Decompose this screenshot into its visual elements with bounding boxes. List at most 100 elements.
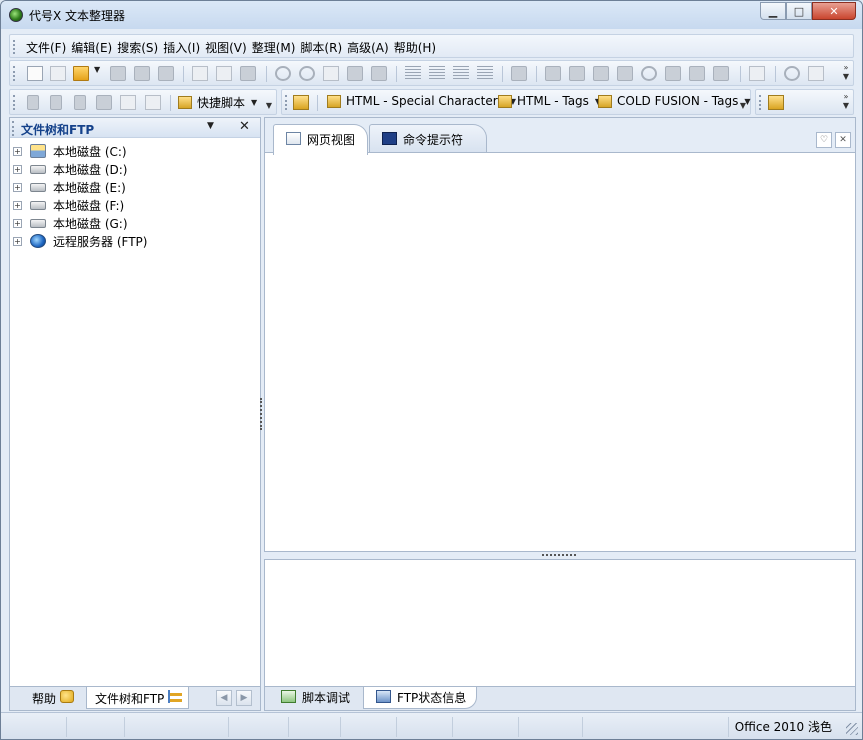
calendar-icon[interactable] <box>808 66 824 81</box>
expand-icon[interactable]: + <box>13 236 22 246</box>
close-button[interactable]: ✕ <box>812 2 856 20</box>
watch-icon[interactable] <box>120 95 136 110</box>
find-next-icon[interactable] <box>569 66 585 81</box>
open-dropdown-arrow[interactable]: ▼ <box>94 65 100 74</box>
new-template-icon[interactable] <box>50 66 66 81</box>
maximize-button[interactable]: □ <box>786 2 812 20</box>
expand-icon[interactable]: + <box>13 200 22 210</box>
panel-menu-icon[interactable]: ▼ <box>207 121 214 131</box>
next-tab-icon[interactable]: ▶ <box>236 690 252 706</box>
step-into-icon[interactable] <box>50 95 62 110</box>
app-icon <box>9 8 23 22</box>
toolbar-overflow-chevron[interactable]: » ▼ <box>842 63 850 81</box>
toolbar-grip[interactable] <box>759 95 762 110</box>
align-icon[interactable] <box>453 66 469 81</box>
edit-icon[interactable] <box>768 95 784 110</box>
resize-grip[interactable] <box>846 723 858 735</box>
edit-snippets-icon[interactable] <box>293 95 309 110</box>
redo-icon[interactable] <box>299 66 315 81</box>
find-icon[interactable] <box>545 66 561 81</box>
tab-help[interactable]: 帮助 <box>24 687 80 709</box>
vertical-splitter[interactable] <box>260 398 262 430</box>
print-preview-icon[interactable] <box>192 66 208 81</box>
stop-icon[interactable] <box>145 95 161 110</box>
expand-icon[interactable]: + <box>13 218 22 228</box>
find-previous-icon[interactable] <box>593 66 609 81</box>
menu-search[interactable]: 搜索(S) <box>116 39 162 56</box>
close-tab-icon[interactable]: ✕ <box>835 132 851 148</box>
toolbar-overflow-chevron[interactable]: » ▼ <box>842 92 850 110</box>
menu-script[interactable]: 脚本(R) <box>299 39 346 56</box>
html-tags-dropdown[interactable]: HTML - Tags ▼ <box>498 94 601 108</box>
panel-grip[interactable] <box>12 121 15 136</box>
run-icon[interactable] <box>27 95 39 110</box>
menu-help[interactable]: 帮助(H) <box>393 39 440 56</box>
lock-icon[interactable] <box>511 66 527 81</box>
toolbar-grip[interactable] <box>13 95 16 110</box>
cut-icon[interactable] <box>347 66 363 81</box>
tab-list-icon[interactable]: ♡ <box>816 132 832 148</box>
expand-icon[interactable]: + <box>13 182 22 192</box>
web-view-area[interactable] <box>264 152 856 552</box>
tab-command-prompt[interactable]: 命令提示符 <box>369 124 487 154</box>
clear-highlight-icon[interactable] <box>713 66 729 81</box>
toolbar-overflow-chevron[interactable]: ▼ <box>739 92 747 110</box>
replace-icon[interactable] <box>665 66 681 81</box>
page-setup-icon[interactable] <box>216 66 232 81</box>
new-file-icon[interactable] <box>27 66 43 81</box>
format-lines-icon[interactable] <box>477 66 493 81</box>
snippet-icon <box>327 94 341 108</box>
paste-icon[interactable] <box>371 66 387 81</box>
menu-view[interactable]: 视图(V) <box>204 39 251 56</box>
highlight-icon[interactable] <box>689 66 705 81</box>
document-stats-icon[interactable] <box>749 66 765 81</box>
toolbar-grip[interactable] <box>285 95 288 110</box>
menu-advanced[interactable]: 高级(A) <box>346 39 393 56</box>
step-out-icon[interactable] <box>96 95 112 110</box>
menu-organize[interactable]: 整理(M) <box>251 39 300 56</box>
zoom-icon[interactable] <box>641 66 657 81</box>
find-in-files-icon[interactable] <box>617 66 633 81</box>
output-panel[interactable] <box>264 559 856 687</box>
print-icon[interactable] <box>240 66 256 81</box>
panel-close-icon[interactable]: ✕ <box>239 119 250 134</box>
close-file-icon[interactable] <box>158 66 174 81</box>
tab-script-debug[interactable]: 脚本调试 <box>269 687 360 709</box>
tree-item-drive-e[interactable]: + 本地磁盘 (E:) <box>10 178 147 196</box>
coldfusion-tags-dropdown[interactable]: COLD FUSION - Tags ▼ <box>598 94 751 108</box>
tab-ftp-status[interactable]: FTP状态信息 <box>363 687 478 709</box>
tree-item-drive-c[interactable]: + 本地磁盘 (C:) <box>10 142 147 160</box>
tree-item-drive-d[interactable]: + 本地磁盘 (D:) <box>10 160 147 178</box>
clock-icon[interactable] <box>784 66 800 81</box>
toolbar-overflow-chevron[interactable]: ▼ <box>265 92 273 110</box>
prev-tab-icon[interactable]: ◀ <box>216 690 232 706</box>
step-over-icon[interactable] <box>74 95 86 110</box>
file-tree: + 本地磁盘 (C:) + 本地磁盘 (D:) + 本地磁盘 (E:) + 本地… <box>10 142 147 250</box>
expand-icon[interactable]: + <box>13 164 22 174</box>
menu-file[interactable]: 文件(F) <box>25 39 70 56</box>
menu-edit[interactable]: 编辑(E) <box>70 39 116 56</box>
save-icon[interactable] <box>110 66 126 81</box>
undo-icon[interactable] <box>275 66 291 81</box>
tab-file-tree[interactable]: 文件树和FTP <box>86 687 190 709</box>
tree-item-drive-g[interactable]: + 本地磁盘 (G:) <box>10 214 147 232</box>
save-all-icon[interactable] <box>134 66 150 81</box>
html-special-characters-dropdown[interactable]: HTML - Special Characters ▼ <box>327 94 516 108</box>
quick-script-dropdown[interactable]: 快捷脚本 ▼ <box>178 94 257 111</box>
copy-icon[interactable] <box>323 66 339 81</box>
panel-header: 文件树和FTP ▼ ✕ <box>10 118 260 138</box>
tree-item-drive-f[interactable]: + 本地磁盘 (F:) <box>10 196 147 214</box>
outdent-icon[interactable] <box>429 66 445 81</box>
expand-icon[interactable]: + <box>13 146 22 156</box>
theme-status[interactable]: Office 2010 浅色 <box>735 718 832 735</box>
toolbar-grip[interactable] <box>13 66 16 81</box>
open-folder-icon[interactable] <box>73 66 89 81</box>
menu-insert[interactable]: 插入(I) <box>162 39 204 56</box>
tree-item-remote-ftp[interactable]: + 远程服务器 (FTP) <box>10 232 147 250</box>
extra-toolbar: » ▼ <box>755 89 854 115</box>
indent-icon[interactable] <box>405 66 421 81</box>
horizontal-splitter[interactable] <box>264 552 856 559</box>
menubar-grip[interactable] <box>13 40 16 54</box>
tab-web-view[interactable]: 网页视图 <box>273 124 369 155</box>
minimize-button[interactable]: ▁ <box>760 2 786 20</box>
